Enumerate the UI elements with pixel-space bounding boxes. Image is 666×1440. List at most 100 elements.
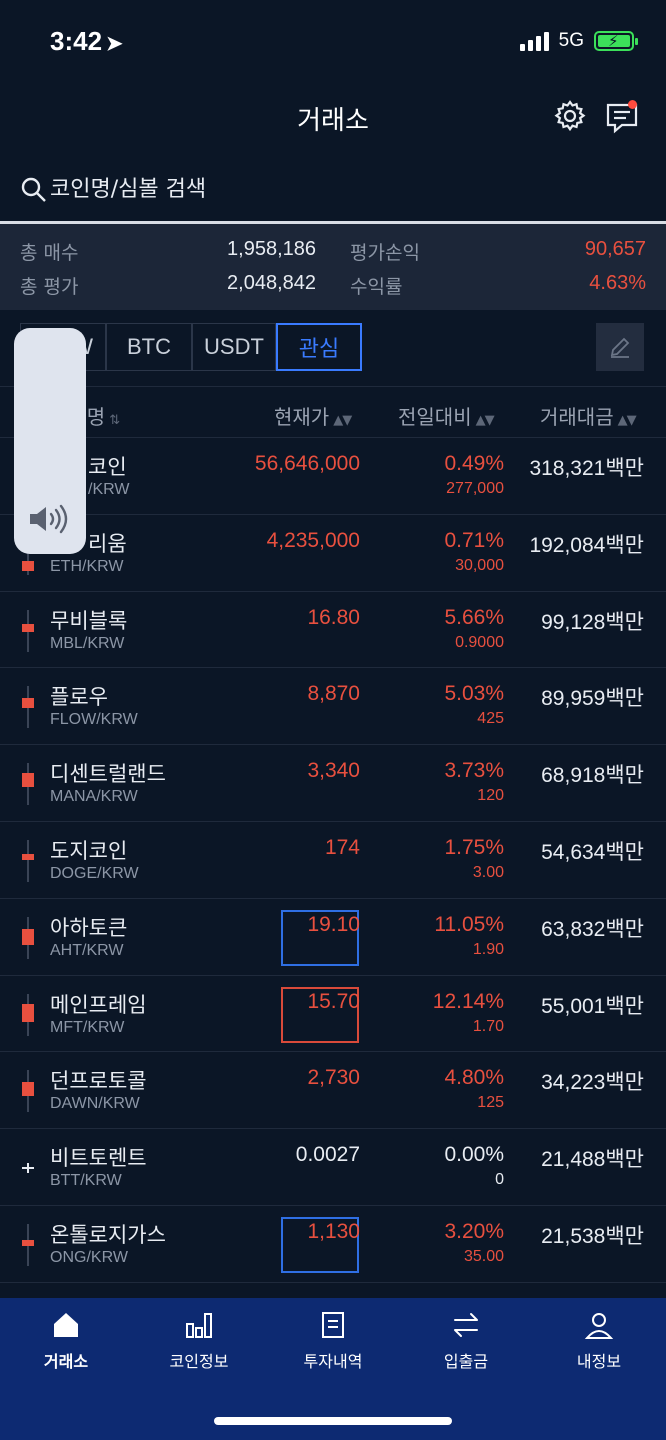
coin-price: 2,730: [307, 1066, 360, 1090]
candle-icon: [22, 1070, 34, 1113]
change-amount: 0.9000: [455, 633, 504, 651]
sort-icon: ▲▼: [333, 413, 352, 428]
candle-icon: [22, 916, 34, 959]
change-percent: 0.71%: [444, 528, 504, 552]
change-amount: 30,000: [455, 556, 504, 574]
candle-icon: [22, 686, 34, 729]
nav-label: 코인정보: [169, 1352, 229, 1371]
tab-usdt[interactable]: USDT: [192, 323, 276, 371]
home-indicator[interactable]: [214, 1417, 452, 1425]
trade-volume: 55,001백만: [541, 994, 644, 1018]
table-row[interactable]: 아하토큰 AHT/KRW 19.10 11.05% 1.90 63,832백만: [0, 899, 666, 976]
sort-icon: ▲▼: [617, 413, 637, 428]
document-icon: [322, 1312, 344, 1338]
nav-my-info[interactable]: 내정보: [539, 1310, 659, 1372]
coin-name: 플로우: [50, 685, 108, 710]
trade-volume: 21,538백만: [541, 1224, 644, 1248]
portfolio-summary: 총 매수 1,958,186 총 평가 2,048,842 평가손익 90,65…: [0, 224, 666, 310]
coin-name: 도지코인: [50, 838, 128, 863]
coin-symbol: ETH/KRW: [50, 557, 124, 575]
column-headers: 한글명⇅ 현재가▲▼ 전일대비▲▼ 거래대금▲▼: [0, 386, 666, 438]
trade-volume: 54,634백만: [541, 840, 644, 864]
tab-favorites[interactable]: 관심: [276, 323, 362, 371]
table-row[interactable]: 리움 ETH/KRW 4,235,000 0.71% 30,000 192,08…: [0, 515, 666, 592]
change-percent: 5.03%: [444, 682, 504, 706]
coin-symbol: BTT/KRW: [50, 1172, 122, 1190]
candle-icon: [22, 993, 34, 1036]
table-row[interactable]: 비트토렌트 BTT/KRW 0.0027 0.00% 0 21,488백만: [0, 1129, 666, 1206]
search-bar: [0, 160, 666, 224]
home-icon: [54, 1313, 78, 1337]
edit-button[interactable]: [596, 323, 644, 371]
change-percent: 0.49%: [444, 452, 504, 475]
market-tabs: W BTC USDT 관심: [0, 310, 666, 386]
nav-exchange[interactable]: 거래소: [6, 1310, 126, 1372]
nav-label: 투자내역: [303, 1352, 363, 1371]
trade-volume: 89,959백만: [541, 687, 644, 711]
trade-volume: 68,918백만: [541, 764, 644, 788]
coin-name: 디센트럴랜드: [50, 762, 166, 787]
table-row[interactable]: 도지코인 DOGE/KRW 174 1.75% 3.00 54,634백만: [0, 822, 666, 899]
tab-btc[interactable]: BTC: [106, 323, 192, 371]
status-bar: 3:42 ➤ 5G ⚡: [0, 0, 666, 84]
nav-label: 내정보: [576, 1352, 622, 1371]
table-row[interactable]: 던프로토콜 DAWN/KRW 2,730 4.80% 125 34,223백만: [0, 1052, 666, 1130]
status-time: 3:42 ➤: [50, 26, 123, 56]
change-percent: 0.00%: [444, 1143, 504, 1167]
candle-icon: [22, 839, 34, 882]
table-row[interactable]: 플로우 FLOW/KRW 8,870 5.03% 425 89,959백만: [0, 668, 666, 746]
col-volume[interactable]: 거래대금 ▲▼: [540, 401, 637, 430]
coin-price: 8,870: [307, 682, 360, 706]
return-label: 수익률: [350, 276, 403, 298]
speaker-icon: [30, 504, 68, 534]
coin-name: 무비블록: [50, 608, 128, 633]
col-change[interactable]: 전일대비 ▲▼: [398, 401, 495, 430]
coin-name: 던프로토콜: [50, 1069, 147, 1094]
coin-symbol: MFT/KRW: [50, 1018, 125, 1036]
sort-icon: ▲▼: [475, 413, 495, 428]
coin-price: 15.70: [307, 989, 360, 1013]
table-row[interactable]: 메인프레임 MFT/KRW 15.70 12.14% 1.70 55,001백만: [0, 976, 666, 1053]
coin-price: 19.10: [307, 912, 360, 936]
coin-symbol: MANA/KRW: [50, 788, 138, 806]
location-arrow-icon: ➤: [106, 33, 123, 55]
col-price[interactable]: 현재가 ▲▼: [274, 401, 352, 430]
trade-volume: 99,128백만: [541, 610, 644, 634]
table-row[interactable]: 코인 /KRW 56,646,000 0.49% 277,000 318,321…: [0, 438, 666, 515]
coin-name: 비트토렌트: [50, 1146, 147, 1171]
coin-price: 0.0027: [295, 1143, 360, 1167]
change-amount: 3.00: [472, 863, 504, 881]
trade-volume: 63,832백만: [541, 917, 644, 941]
coin-name: 온톨로지가스: [50, 1222, 166, 1247]
search-icon: [21, 177, 46, 202]
coin-price: 4,235,000: [266, 528, 360, 552]
table-row[interactable]: 무비블록 MBL/KRW 16.80 5.66% 0.9000 99,128백만: [0, 592, 666, 669]
signal-icon: [519, 31, 549, 51]
pencil-icon: [610, 337, 630, 358]
coin-price: 3,340: [307, 759, 360, 783]
change-amount: 35.00: [463, 1247, 504, 1265]
total-buy-value: 1,958,186: [227, 238, 316, 260]
gear-icon[interactable]: [552, 98, 588, 134]
coin-list: 코인 /KRW 56,646,000 0.49% 277,000 318,321…: [0, 438, 666, 1283]
trade-volume: 34,223백만: [541, 1071, 644, 1095]
nav-investments[interactable]: 투자내역: [273, 1310, 393, 1372]
coin-name: 코인: [88, 455, 127, 479]
table-row[interactable]: 디센트럴랜드 MANA/KRW 3,340 3.73% 120 68,918백만: [0, 745, 666, 822]
total-eval-value: 2,048,842: [227, 272, 316, 294]
sort-icon: ⇅: [109, 413, 120, 428]
notification-dot: [628, 100, 637, 109]
search-input[interactable]: [50, 172, 640, 206]
candle-icon: [22, 1223, 34, 1266]
change-percent: 5.66%: [444, 605, 504, 629]
change-percent: 3.73%: [444, 759, 504, 783]
nav-deposit-withdraw[interactable]: 입출금: [406, 1310, 526, 1372]
change-amount: 425: [477, 710, 504, 728]
nav-coin-info[interactable]: 코인정보: [139, 1310, 259, 1372]
header: 거래소: [0, 88, 666, 148]
bar-chart-icon: [186, 1313, 212, 1338]
volume-hud: [14, 328, 86, 554]
coin-price: 174: [324, 835, 360, 859]
battery-icon: ⚡: [594, 31, 638, 51]
table-row[interactable]: 온톨로지가스 ONG/KRW 1,130 3.20% 35.00 21,538백…: [0, 1206, 666, 1283]
